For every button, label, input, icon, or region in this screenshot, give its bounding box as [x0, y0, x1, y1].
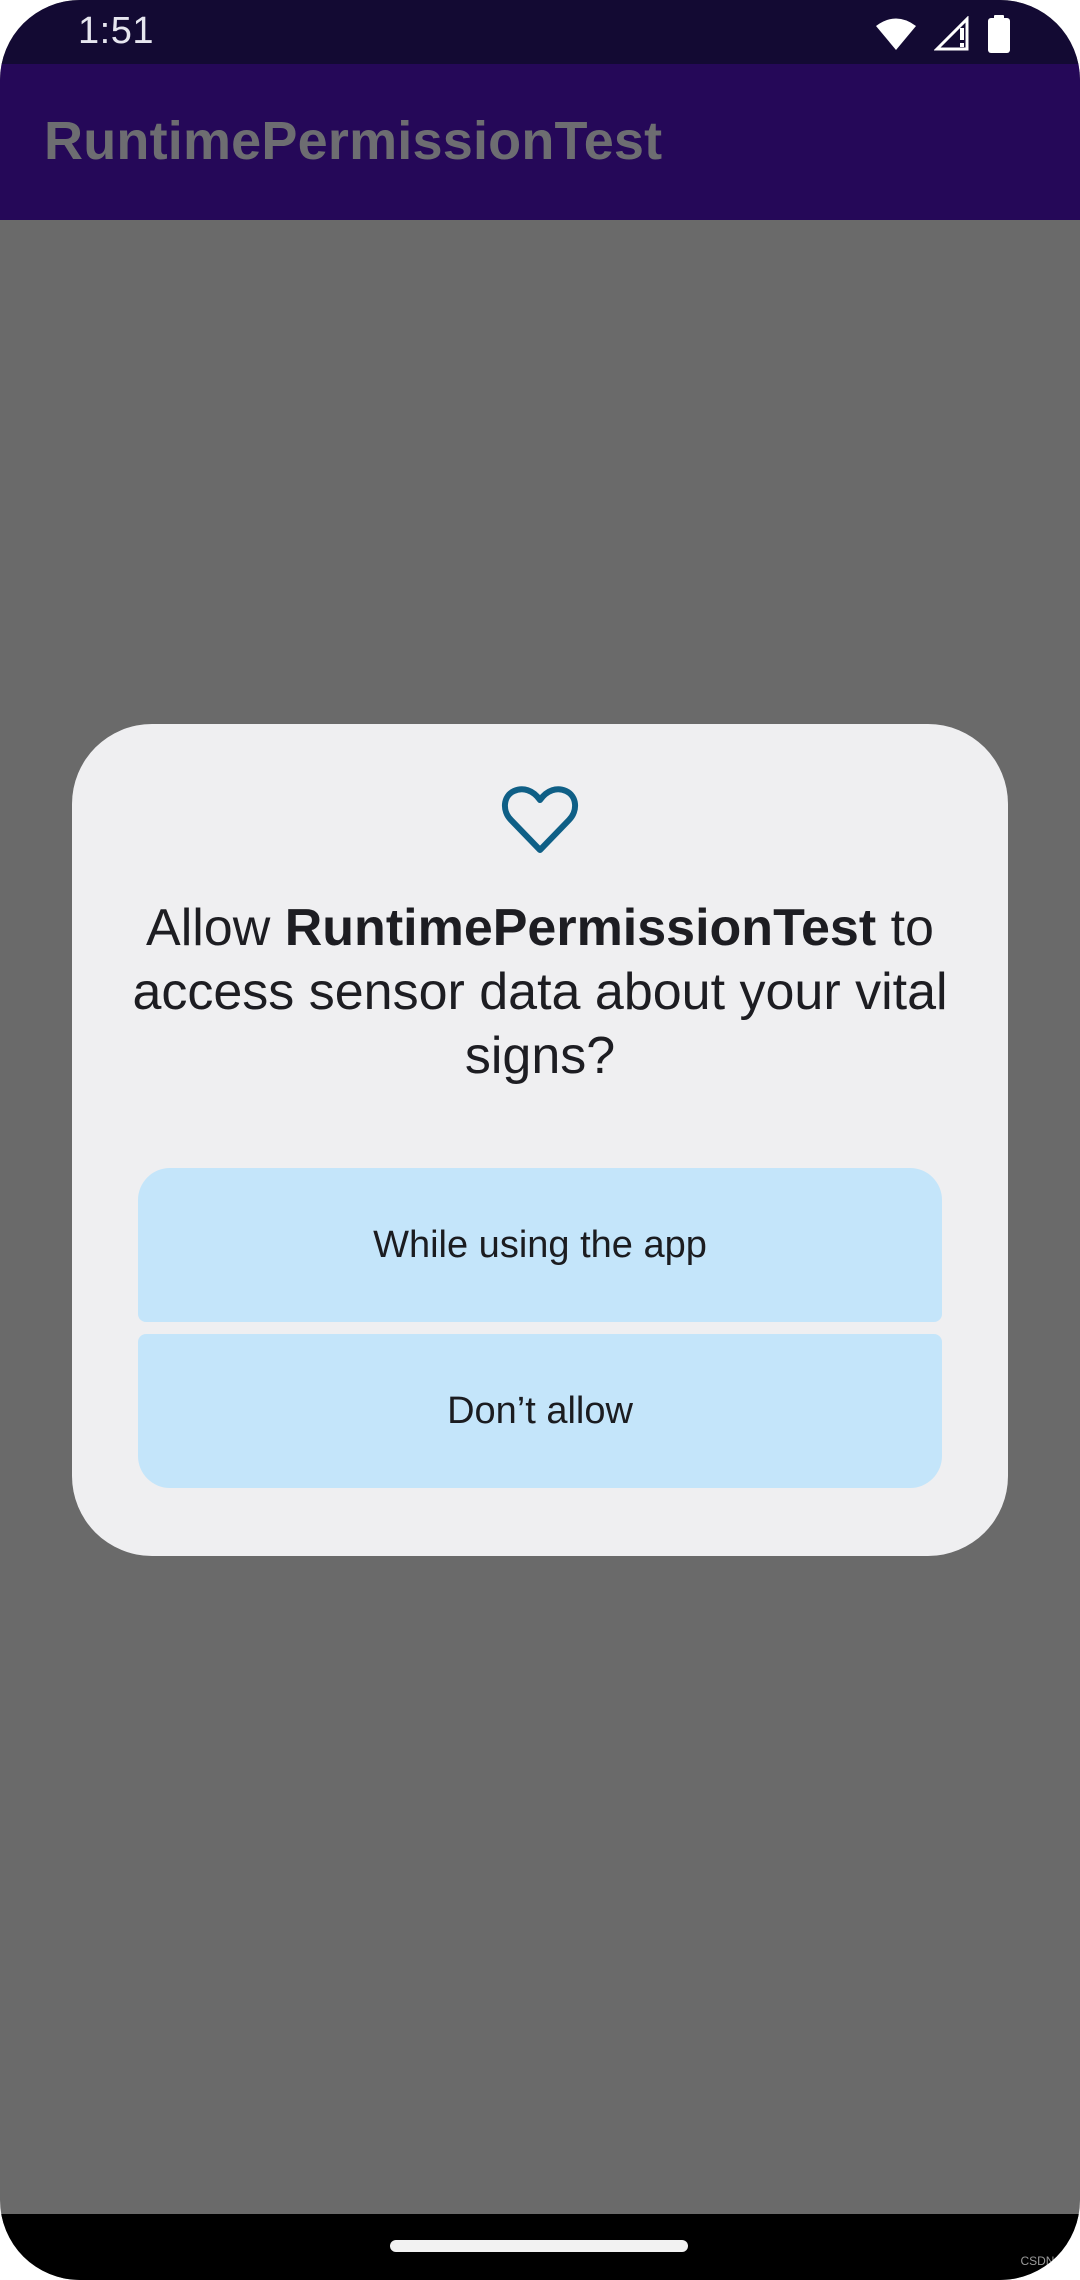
app-title: RuntimePermissionTest — [44, 111, 663, 171]
phone-screen: 1:51 RuntimePermissionTest Allow Runtime… — [0, 0, 1080, 2280]
status-icons — [876, 14, 1010, 54]
dont-allow-label: Don’t allow — [447, 1389, 633, 1432]
wifi-icon — [876, 17, 916, 51]
battery-icon — [988, 15, 1010, 53]
navigation-bar — [0, 2214, 1080, 2280]
dont-allow-button[interactable]: Don’t allow — [138, 1334, 942, 1488]
watermark: CSDN @ — [1020, 2254, 1070, 2268]
status-time: 1:51 — [78, 10, 154, 52]
permission-dialog: Allow RuntimePermissionTest to access se… — [72, 724, 1008, 1556]
signal-icon — [934, 16, 970, 52]
status-bar: 1:51 — [0, 0, 1080, 64]
heart-outline-icon — [500, 780, 580, 860]
home-gesture-handle[interactable] — [390, 2240, 688, 2252]
app-bar: RuntimePermissionTest — [0, 64, 1080, 220]
permission-message: Allow RuntimePermissionTest to access se… — [132, 896, 948, 1088]
allow-while-using-label: While using the app — [373, 1223, 707, 1266]
allow-while-using-button[interactable]: While using the app — [138, 1168, 942, 1322]
message-prefix: Allow — [146, 899, 285, 957]
app-name: RuntimePermissionTest — [284, 899, 877, 957]
